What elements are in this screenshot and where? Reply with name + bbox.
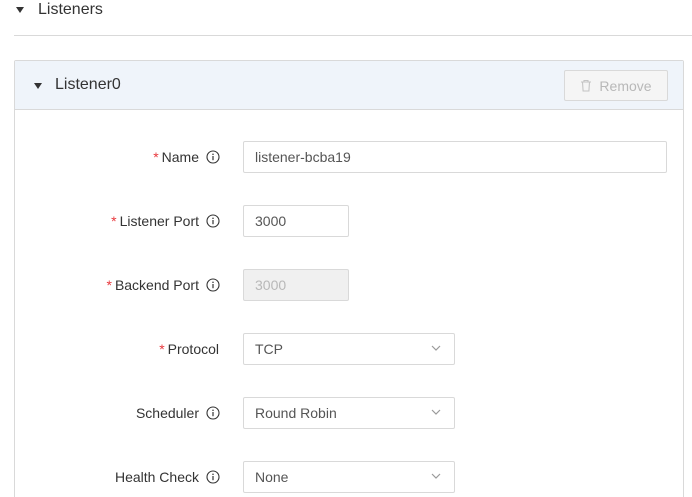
info-icon[interactable] [206, 150, 220, 164]
chevron-down-icon [431, 409, 441, 415]
scheduler-row: Scheduler Round Robin [14, 397, 684, 429]
chevron-down-icon [431, 345, 441, 351]
backend-port-label-text: Backend Port [114, 277, 199, 293]
listeners-section-title: Listeners [38, 1, 103, 18]
name-input[interactable]: listener-bcba19 [243, 141, 667, 173]
chevron-down-icon [431, 473, 441, 479]
name-label-text: Name [161, 149, 199, 165]
listener-port-input[interactable]: 3000 [243, 205, 349, 237]
health-check-label: Health Check [115, 461, 220, 493]
health-check-select[interactable]: None [243, 461, 455, 493]
protocol-value: TCP [255, 341, 283, 357]
scheduler-select[interactable]: Round Robin [243, 397, 455, 429]
info-icon[interactable] [206, 406, 220, 420]
required-marker: * [159, 341, 165, 357]
remove-button-label: Remove [599, 77, 652, 94]
listener-title: Listener0 [55, 76, 121, 93]
protocol-label: * Protocol [159, 333, 219, 365]
health-check-value: None [255, 469, 289, 485]
backend-port-input: 3000 [243, 269, 349, 301]
name-row: * Name listener-bcba19 [14, 141, 684, 173]
remove-button[interactable]: Remove [564, 70, 668, 101]
caret-down-icon[interactable] [34, 83, 42, 89]
name-label: * Name [153, 141, 220, 173]
health-check-label-text: Health Check [114, 469, 199, 485]
protocol-row: * Protocol TCP [14, 333, 684, 365]
required-marker: * [111, 213, 117, 229]
info-icon[interactable] [206, 278, 220, 292]
info-icon[interactable] [206, 470, 220, 484]
protocol-label-text: Protocol [167, 341, 219, 357]
backend-port-row: * Backend Port 3000 [14, 269, 684, 301]
listener-port-label: * Listener Port [111, 205, 220, 237]
scheduler-label-text: Scheduler [135, 405, 199, 421]
listeners-section-header[interactable]: Listeners [14, 0, 692, 36]
scheduler-value: Round Robin [255, 405, 337, 421]
required-marker: * [153, 149, 159, 165]
caret-down-icon[interactable] [16, 7, 24, 13]
trash-icon [581, 79, 592, 92]
protocol-select[interactable]: TCP [243, 333, 455, 365]
backend-port-label: * Backend Port [106, 269, 220, 301]
info-icon[interactable] [206, 214, 220, 228]
listener-port-label-text: Listener Port [119, 213, 199, 229]
required-marker: * [106, 277, 112, 293]
scheduler-label: Scheduler [136, 397, 220, 429]
listener-panel-header[interactable]: Listener0 Remove [15, 61, 683, 110]
listener-port-row: * Listener Port 3000 [14, 205, 684, 237]
health-check-row: Health Check None [14, 461, 684, 493]
